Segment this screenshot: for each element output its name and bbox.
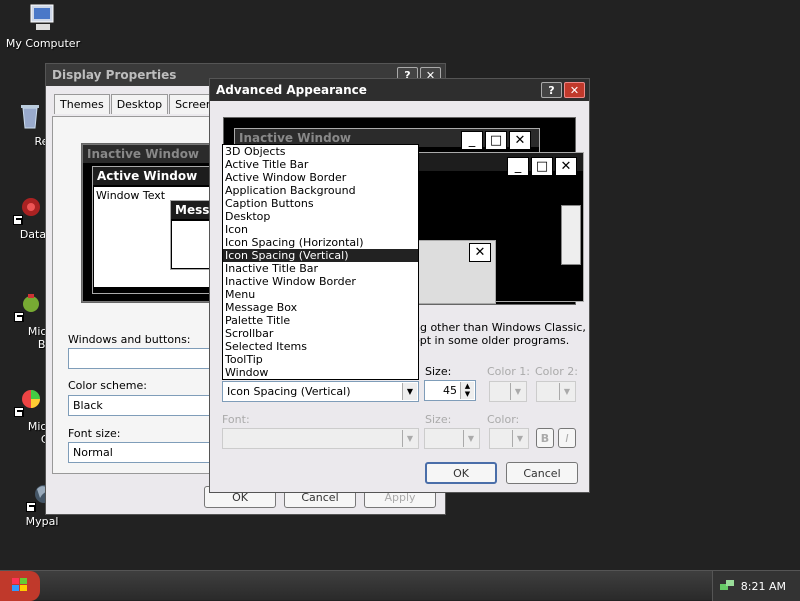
shortcut-arrow-icon [14, 312, 24, 322]
size-spinner[interactable]: 45 ▲ ▼ [424, 380, 476, 401]
advanced-appearance-window: Advanced Appearance ? ✕ Inactive Window … [209, 78, 590, 493]
maximize-icon: □ [485, 131, 507, 150]
chevron-down-icon: ▼ [402, 430, 417, 447]
color-scheme-select[interactable]: Black [68, 395, 218, 416]
preview-scrollbar [561, 205, 581, 265]
windows-buttons-label: Windows and buttons: [68, 333, 191, 346]
font-color-label: Color: [487, 413, 520, 426]
advanced-appearance-titlebar[interactable]: Advanced Appearance ? ✕ [210, 79, 589, 101]
cancel-button[interactable]: Cancel [506, 462, 578, 484]
desktop-icon-my-computer[interactable]: My Computer [0, 2, 88, 50]
dropdown-option[interactable]: Message Box [223, 301, 418, 314]
color-scheme-label: Color scheme: [68, 379, 147, 392]
chevron-down-icon: ▼ [559, 383, 574, 400]
dropdown-option[interactable]: Icon [223, 223, 418, 236]
shortcut-arrow-icon [14, 407, 24, 417]
color-scheme-value: Black [73, 399, 103, 412]
tab-themes[interactable]: Themes [54, 94, 110, 114]
dropdown-option[interactable]: Scrollbar [223, 327, 418, 340]
dropdown-option[interactable]: Application Background [223, 184, 418, 197]
dropdown-option[interactable]: Selected Items [223, 340, 418, 353]
desktop-icon-label: My Computer [5, 37, 81, 50]
chevron-down-icon: ▼ [510, 383, 525, 400]
dropdown-option[interactable]: Caption Buttons [223, 197, 418, 210]
dropdown-option[interactable]: Inactive Title Bar [223, 262, 418, 275]
taskbar: 8:21 AM [0, 570, 800, 601]
size-value: 45 [443, 384, 457, 397]
help-button[interactable]: ? [541, 82, 562, 98]
close-icon: ✕ [555, 157, 577, 176]
system-tray: 8:21 AM [712, 571, 800, 601]
dropdown-option[interactable]: Active Title Bar [223, 158, 418, 171]
dropdown-option[interactable]: Desktop [223, 210, 418, 223]
visual-basic-icon [14, 290, 46, 322]
dropdown-option[interactable]: 3D Objects [223, 145, 418, 158]
font-color-picker[interactable]: ▼ [489, 428, 529, 449]
network-icon[interactable] [719, 578, 735, 597]
dropdown-option[interactable]: Active Window Border [223, 171, 418, 184]
compat-note-line1: ng other than Windows Classic, [413, 321, 586, 334]
dropdown-option[interactable]: Window [223, 366, 418, 379]
font-select[interactable]: ▼ [222, 428, 419, 449]
color2-label: Color 2: [535, 365, 578, 378]
minimize-icon: _ [461, 131, 483, 150]
tab-strip: Themes Desktop Screen S [54, 94, 230, 114]
dropdown-option[interactable]: Palette Title [223, 314, 418, 327]
font-size-label: Font size: [68, 427, 121, 440]
maximize-icon: □ [531, 157, 553, 176]
dropdown-option[interactable]: Inactive Window Border [223, 275, 418, 288]
tab-desktop[interactable]: Desktop [110, 94, 169, 114]
computer-icon [27, 2, 59, 34]
font-size-select[interactable]: Normal [68, 442, 218, 463]
item-select[interactable]: Icon Spacing (Vertical) ▼ [222, 381, 419, 402]
clock[interactable]: 8:21 AM [741, 580, 786, 593]
ok-button[interactable]: OK [425, 462, 497, 484]
font-label: Font: [222, 413, 250, 426]
shortcut-arrow-icon [26, 502, 36, 512]
chevron-down-icon: ▼ [512, 430, 527, 447]
spin-arrows-icon[interactable]: ▲ ▼ [460, 382, 474, 399]
dropdown-option[interactable]: Icon Spacing (Vertical) [223, 249, 418, 262]
close-button[interactable]: ✕ [564, 82, 585, 98]
start-button[interactable] [0, 571, 40, 601]
windows-buttons-select[interactable] [68, 348, 218, 369]
color1-label: Color 1: [487, 365, 530, 378]
compat-note-line2: ept in some older programs. [413, 334, 570, 347]
close-icon: ✕ [509, 131, 531, 150]
window-title: Advanced Appearance [216, 83, 367, 97]
chevron-down-icon[interactable]: ▼ [402, 383, 417, 400]
dropdown-option[interactable]: Icon Spacing (Horizontal) [223, 236, 418, 249]
dropdown-option[interactable]: ToolTip [223, 353, 418, 366]
recycle-bin-icon [14, 100, 46, 132]
color2-picker[interactable]: ▼ [536, 381, 576, 402]
datawag-icon [13, 193, 45, 225]
italic-button[interactable]: I [558, 428, 576, 448]
minimize-icon: _ [507, 157, 529, 176]
color1-picker[interactable]: ▼ [489, 381, 527, 402]
close-icon: ✕ [469, 243, 491, 262]
font-size-label: Size: [425, 413, 452, 426]
shortcut-arrow-icon [13, 215, 23, 225]
dropdown-option[interactable]: Menu [223, 288, 418, 301]
chevron-down-icon: ▼ [463, 430, 478, 447]
item-select-value: Icon Spacing (Vertical) [227, 385, 351, 398]
font-size-select[interactable]: ▼ [424, 428, 480, 449]
visual-cpp-icon [14, 385, 46, 417]
desktop-icon-label: Mypal [25, 515, 59, 528]
item-dropdown-list: 3D Objects Active Title Bar Active Window … [222, 144, 419, 380]
font-size-value: Normal [73, 446, 113, 459]
size-label: Size: [425, 365, 452, 378]
bold-button[interactable]: B [536, 428, 554, 448]
windows-logo-icon [11, 577, 29, 596]
